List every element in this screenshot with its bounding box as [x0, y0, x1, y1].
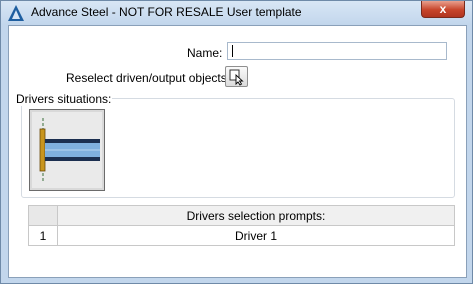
select-cursor-icon: [229, 69, 244, 86]
table-row[interactable]: 1 Driver 1: [28, 225, 455, 246]
reselect-label: Reselect driven/output objects:: [66, 71, 231, 85]
drivers-selection-prompts-header[interactable]: Drivers selection prompts:: [57, 205, 455, 226]
window-title: Advance Steel - NOT FOR RESALE User temp…: [31, 5, 302, 19]
driver-prompt-cell[interactable]: Driver 1: [57, 225, 455, 246]
drivers-situations-legend: Drivers situations:: [15, 92, 113, 106]
row-number: 1: [28, 225, 58, 246]
table-corner-cell: [28, 205, 58, 226]
text-caret: [232, 45, 233, 57]
reselect-objects-button[interactable]: [225, 66, 248, 87]
driver-situation-thumbnail[interactable]: [29, 109, 105, 191]
thumbnail-background: [32, 112, 102, 188]
close-button[interactable]: x: [421, 1, 465, 18]
table-header-row: Drivers selection prompts:: [28, 205, 455, 226]
name-input[interactable]: [227, 42, 447, 60]
title-bar[interactable]: Advance Steel - NOT FOR RESALE User temp…: [1, 1, 472, 25]
name-label: Name:: [187, 46, 223, 60]
dialog-window: Advance Steel - NOT FOR RESALE User temp…: [0, 0, 473, 284]
beam-end-plate-icon: [39, 118, 100, 182]
advance-steel-logo-icon: [8, 5, 24, 21]
drivers-prompts-table: Drivers selection prompts: 1 Driver 1: [28, 205, 455, 246]
dialog-body: Name: Reselect driven/output objects: Dr…: [8, 25, 467, 278]
